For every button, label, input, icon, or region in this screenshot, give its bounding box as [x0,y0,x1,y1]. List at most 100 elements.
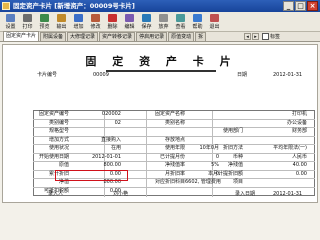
toolbar-label: 打印 [22,24,33,30]
toolbar-label: 预览 [39,24,50,30]
left-field-label: 规格型号 [48,128,69,134]
window-title: 固定资产卡片 [新增资产：00009号卡片] [13,2,135,10]
toolbar-delete-button[interactable]: 删除 [104,12,121,32]
export-icon [57,14,66,22]
middle-field-label: 净残值率 [164,162,185,168]
right-field-value[interactable]: 办公设备 [253,120,307,127]
checkbox-icon[interactable] [262,33,269,40]
right-field-value[interactable]: 40.00 [253,162,307,169]
middle-field-label: 类别名称 [164,119,185,126]
toolbar-label: 保存 [141,24,152,30]
right-field-value[interactable]: 财务部 [253,128,307,135]
right-field-label: 折旧方法 [222,145,243,151]
left-field-label: 类别编号 [48,119,69,126]
tab-asset-card[interactable]: 固定资产卡片 [3,31,40,41]
tab-asset-transfer[interactable]: 资产转移记录 [99,32,136,41]
left-field-value[interactable]: 直接购入 [73,137,121,144]
toolbar-label: 设置 [5,24,16,30]
card-no-label: 卡片编号 [36,72,57,78]
tab-scroll-right-icon[interactable]: ▸ [252,33,259,40]
toolbar: 设置 打印 预览 输出 增加 修改 删除 编辑 保存 放弃 查看 帮助 退出 [0,12,320,32]
preview-icon [40,14,49,22]
card-title: 固 定 资 产 卡 片 [3,53,319,72]
date-label: 日期 [236,72,247,78]
exit-icon [210,14,219,22]
middle-field-label: 使用年限 [164,145,185,151]
tab-strip: 固定资产卡片 附属设备 大修理记录 资产转移记录 停启用记录 原值变动 拆 ◂ … [0,31,320,42]
right-field-label: 本月计提折旧额 [207,170,243,177]
tag-option-label: 标签 [270,34,281,40]
left-field-label: 固定资产编号 [38,111,69,117]
entry-date-label: 录入日期 [235,191,256,197]
date-value: 2012-01-31 [273,72,303,78]
right-field-value[interactable]: 打印机 [253,111,307,118]
tag-option[interactable]: 标签 [262,33,280,41]
left-field-value[interactable]: 2012-01-01 [73,154,121,161]
toolbar-label: 退出 [209,24,220,30]
delete-icon [108,14,117,22]
view-icon [176,14,185,22]
left-field-value[interactable]: 800.00 [73,162,122,169]
window-titlebar: 固定资产卡片 [新增资产：00009号卡片] _ □ × [0,0,320,12]
left-field-value[interactable]: 020002 [73,111,121,118]
compose-icon [125,14,134,22]
left-field-value[interactable]: 02 [73,120,121,127]
title-underline [106,70,216,72]
toolbar-print-button[interactable]: 打印 [19,12,36,32]
app-icon [2,2,10,10]
help-icon [193,14,202,22]
toolbar-label: 帮助 [192,24,203,30]
minimize-button[interactable]: _ [283,1,294,11]
left-field-label: 开始使用日期 [38,153,69,160]
left-field-label: 使用状况 [48,145,69,151]
entry-date-value: 2012-01-31 [273,191,303,197]
right-field-value[interactable]: 平均年限法(一) [253,145,307,152]
toolbar-help-button[interactable]: 帮助 [189,12,206,32]
card-title-text: 固 定 资 产 卡 片 [85,55,237,68]
middle-field-label: 存放地点 [164,136,185,143]
tab-major-repair[interactable]: 大修理记录 [67,32,99,41]
right-field-label: 净残值 [227,162,243,168]
toolbar-discard-button[interactable]: 放弃 [155,12,172,32]
toolbar-export-button[interactable]: 输出 [53,12,70,32]
toolbar-add-button[interactable]: 增加 [70,12,87,32]
right-field-label: 项目 [232,179,243,185]
middle-field-label: 对应折旧科目 [154,179,185,185]
asset-card: 固 定 资 产 卡 片 卡片编号 00009 日期 2012-01-31 固定资… [2,44,318,203]
toolbar-label: 输出 [56,24,67,30]
middle-field-label: 月折旧率 [164,170,185,177]
discard-icon [159,14,168,22]
toolbar-edit-button[interactable]: 修改 [87,12,104,32]
middle-field-label: 已计提月份 [159,153,185,160]
left-field-value[interactable]: 在用 [73,145,121,152]
add-icon [74,14,83,22]
entry-person-value: 刘小艳 [113,191,129,197]
toolbar-compose-button[interactable]: 编辑 [121,12,138,32]
toolbar-label: 增加 [73,24,84,30]
close-button[interactable]: × [307,1,318,11]
save-icon [142,14,151,22]
left-field-label: 增加方式 [48,136,69,143]
toolbar-settings-button[interactable]: 设置 [2,12,19,32]
tab-value-change[interactable]: 原值变动 [168,32,195,41]
edit-icon [91,14,100,22]
middle-field-label: 固定资产名称 [154,111,185,117]
right-field-label: 币种 [232,153,243,160]
toolbar-label: 删除 [107,24,118,30]
toolbar-save-button[interactable]: 保存 [138,12,155,32]
toolbar-label: 放弃 [158,24,169,30]
tab-start-stop[interactable]: 停启用记录 [136,32,168,41]
toolbar-view-button[interactable]: 查看 [172,12,189,32]
print-icon [23,14,32,22]
tab-disposal[interactable]: 拆 [195,32,207,41]
card-no-value: 00009 [93,72,109,78]
maximize-button[interactable]: □ [295,1,306,11]
toolbar-preview-button[interactable]: 预览 [36,12,53,32]
tab-accessory-equipment[interactable]: 附属设备 [40,32,67,41]
toolbar-label: 修改 [90,24,101,30]
right-field-value[interactable]: 人民币 [253,154,307,161]
toolbar-exit-button[interactable]: 退出 [206,12,223,32]
right-field-value[interactable]: 0.00 [253,171,307,178]
tab-scroll-left-icon[interactable]: ◂ [244,33,251,40]
entry-person-label: 录入人 [47,191,63,197]
